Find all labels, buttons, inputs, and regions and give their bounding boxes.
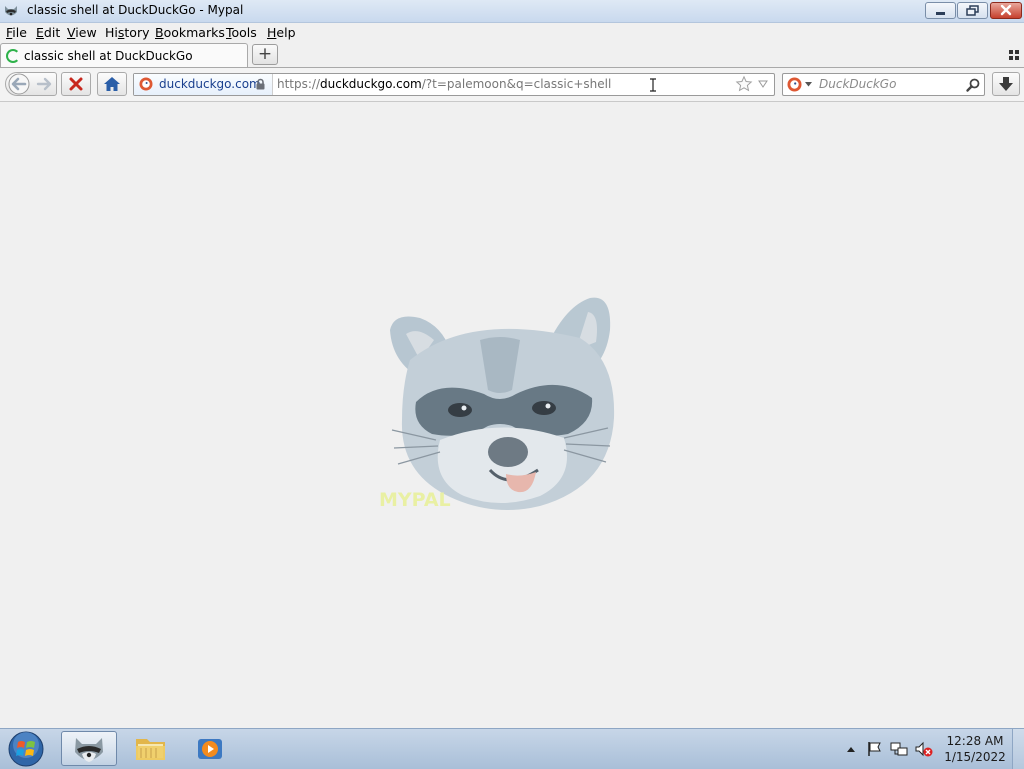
forward-arrow-icon[interactable] bbox=[36, 77, 52, 91]
identity-domain: duckduckgo.com bbox=[159, 77, 261, 91]
url-host: duckduckgo.com bbox=[320, 77, 422, 91]
home-icon bbox=[104, 77, 120, 91]
show-hidden-icons-icon[interactable] bbox=[846, 745, 856, 753]
bookmark-star-icon[interactable] bbox=[735, 75, 753, 93]
lock-icon bbox=[256, 78, 265, 90]
volume-muted-icon[interactable] bbox=[914, 740, 934, 758]
loading-spinner-icon bbox=[6, 49, 20, 63]
clock-time[interactable]: 12:28 AM bbox=[944, 734, 1006, 748]
menu-view-label: iew bbox=[75, 25, 97, 40]
menu-tools[interactable]: Tools bbox=[226, 25, 257, 40]
tab-title: classic shell at DuckDuckGo bbox=[24, 49, 193, 63]
mypal-raccoon-logo bbox=[390, 297, 615, 510]
start-button-orb[interactable] bbox=[7, 730, 45, 768]
menu-file[interactable]: File bbox=[6, 25, 27, 40]
clock-date[interactable]: 1/15/2022 bbox=[944, 750, 1006, 764]
chevron-down-icon[interactable] bbox=[805, 82, 812, 87]
page-content[interactable]: MYPAL bbox=[0, 102, 1024, 728]
menu-history[interactable]: History bbox=[105, 25, 149, 40]
downloads-button[interactable] bbox=[992, 72, 1020, 96]
menu-bookmarks-label: ookmarks bbox=[163, 25, 225, 40]
folder-icon bbox=[136, 739, 165, 760]
menu-history-prefix: Hi bbox=[105, 25, 118, 40]
duckduckgo-engine-icon[interactable] bbox=[787, 77, 802, 92]
search-input[interactable]: DuckDuckGo bbox=[819, 77, 896, 91]
menu-file-label: ile bbox=[12, 25, 27, 40]
url-bar[interactable]: duckduckgo.com https://duckduckgo.com/?t… bbox=[133, 73, 775, 96]
menu-edit-label: dit bbox=[43, 25, 61, 40]
url-text: https://duckduckgo.com/?t=palemoon&q=cla… bbox=[277, 77, 611, 91]
text-cursor-icon bbox=[650, 78, 656, 92]
window-title: classic shell at DuckDuckGo - Mypal bbox=[27, 3, 244, 17]
menu-bar: File Edit View History Bookmarks Tools H… bbox=[0, 23, 1024, 42]
close-icon bbox=[1000, 4, 1012, 16]
site-identity-box[interactable]: duckduckgo.com bbox=[134, 74, 273, 95]
url-history-dropdown-icon[interactable] bbox=[758, 80, 768, 88]
minimize-icon bbox=[936, 12, 945, 15]
raccoon-icon bbox=[5, 6, 17, 16]
search-icon[interactable] bbox=[965, 77, 981, 93]
tab-active[interactable]: classic shell at DuckDuckGo bbox=[0, 43, 248, 67]
window-titlebar[interactable]: classic shell at DuckDuckGo - Mypal bbox=[0, 0, 1024, 23]
taskbar-explorer-button[interactable] bbox=[123, 731, 179, 766]
search-bar[interactable]: DuckDuckGo bbox=[782, 73, 985, 96]
minimize-button[interactable] bbox=[925, 2, 956, 19]
menu-edit[interactable]: Edit bbox=[36, 25, 60, 40]
back-forward-arrows bbox=[8, 73, 52, 95]
back-arrow-icon[interactable] bbox=[8, 73, 30, 95]
tab-list-grid-icon[interactable] bbox=[1008, 49, 1020, 61]
menu-help-accel: H bbox=[267, 25, 277, 40]
menu-tools-label: ools bbox=[231, 25, 257, 40]
back-forward-group bbox=[5, 72, 57, 96]
restore-icon bbox=[966, 5, 979, 16]
new-tab-button[interactable]: + bbox=[252, 44, 278, 65]
menu-help[interactable]: Help bbox=[267, 25, 296, 40]
mypal-logo-text: MYPAL bbox=[379, 489, 451, 511]
tab-strip: classic shell at DuckDuckGo + bbox=[0, 42, 1024, 68]
menu-help-label: elp bbox=[276, 25, 296, 40]
action-center-flag-icon[interactable] bbox=[866, 740, 884, 758]
stop-button[interactable] bbox=[61, 72, 91, 96]
close-button[interactable] bbox=[990, 2, 1022, 19]
menu-edit-accel: E bbox=[36, 25, 44, 40]
home-button[interactable] bbox=[97, 72, 127, 96]
menu-bookmarks-accel: B bbox=[155, 25, 164, 40]
media-player-icon bbox=[198, 739, 222, 759]
taskbar-mypal-button[interactable] bbox=[61, 731, 117, 766]
url-path: /?t=palemoon&q=classic+shell bbox=[421, 77, 612, 91]
show-desktop-button[interactable] bbox=[1012, 729, 1024, 769]
windows-taskbar: 12:28 AM 1/15/2022 bbox=[0, 728, 1024, 769]
menu-history-label: tory bbox=[124, 25, 150, 40]
menu-bookmarks[interactable]: Bookmarks bbox=[155, 25, 225, 40]
stop-x-icon bbox=[69, 77, 83, 91]
network-icon[interactable] bbox=[890, 740, 908, 758]
url-scheme: https:// bbox=[277, 77, 321, 91]
duckduckgo-favicon-icon bbox=[139, 77, 153, 91]
taskbar-media-player-button[interactable] bbox=[182, 731, 238, 766]
raccoon-icon bbox=[75, 738, 103, 762]
restore-button[interactable] bbox=[957, 2, 988, 19]
menu-view[interactable]: View bbox=[67, 25, 97, 40]
download-arrow-icon bbox=[999, 77, 1013, 91]
